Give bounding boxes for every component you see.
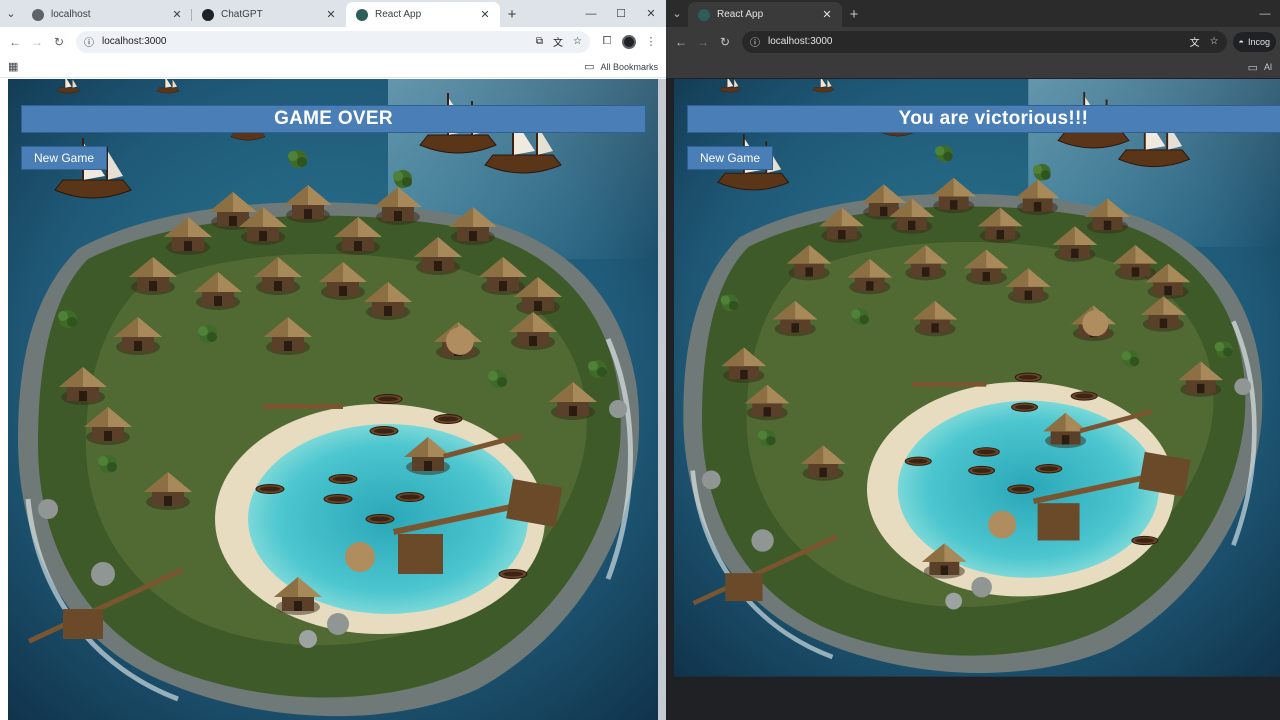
close-tab-icon[interactable]: ✕	[324, 8, 338, 21]
all-bookmarks-label: All Bookmarks	[600, 61, 658, 72]
bookmark-star-icon[interactable]: ☆	[1210, 36, 1219, 47]
react-icon	[356, 8, 368, 21]
tab-react-app[interactable]: React App ✕	[688, 2, 842, 27]
tab-search-chevron-icon[interactable]: ⌄	[0, 0, 22, 27]
extensions-icon[interactable]: ⧠	[596, 31, 618, 53]
install-app-icon[interactable]: ⧉	[536, 36, 543, 47]
tab-react-app[interactable]: React App ✕	[346, 2, 500, 27]
globe-icon	[32, 8, 44, 21]
incognito-profile-chip[interactable]: ◓ Incog	[1232, 31, 1276, 52]
menu-kebab-icon[interactable]: ⋮	[640, 31, 662, 53]
folder-icon: ▭	[584, 61, 595, 73]
profile-avatar[interactable]	[618, 31, 640, 53]
game-status-banner: You are victorious!!!	[687, 105, 1280, 133]
address-bar[interactable]: ⓘ localhost:3000 文 ☆	[742, 30, 1227, 53]
all-bookmarks-label: Al	[1263, 62, 1272, 72]
browser-toolbar: ← → ↻ ⓘ localhost:3000 ⧉ 文 ☆ ⧠ ⋮	[0, 27, 666, 56]
right-browser-window: ⌄ React App ✕ + — ← → ↻ ⓘ localhost:3000…	[666, 0, 1280, 720]
incognito-icon: ◓	[1238, 36, 1244, 47]
tab-strip: ⌄ React App ✕ + —	[666, 0, 1280, 27]
tab-title: React App	[717, 9, 764, 20]
all-bookmarks-button[interactable]: ▭ Al	[1248, 61, 1272, 74]
back-icon[interactable]: ←	[670, 31, 692, 53]
new-game-button[interactable]: New Game	[21, 146, 107, 170]
new-tab-icon[interactable]: +	[842, 2, 866, 27]
close-tab-icon[interactable]: ✕	[820, 8, 834, 21]
bookmarks-bar: ▦ ▭ All Bookmarks	[0, 56, 666, 78]
translate-icon[interactable]: 文	[553, 34, 563, 49]
window-divider	[658, 79, 666, 720]
window-controls: —	[1250, 0, 1280, 27]
tab-title: ChatGPT	[221, 9, 263, 20]
react-icon	[698, 8, 710, 21]
bookmarks-bar: ▭ Al	[666, 56, 1280, 78]
forward-icon[interactable]: →	[26, 31, 48, 53]
url-text: localhost:3000	[768, 36, 833, 47]
close-window-icon[interactable]: ✕	[636, 0, 666, 27]
close-tab-icon[interactable]: ✕	[170, 8, 184, 21]
browser-toolbar: ← → ↻ ⓘ localhost:3000 文 ☆ ◓ Incog	[666, 27, 1280, 56]
tab-chatgpt[interactable]: ChatGPT ✕	[192, 2, 346, 27]
minimize-icon[interactable]: —	[576, 0, 606, 27]
incognito-label: Incog	[1247, 36, 1270, 47]
game-viewport: GAME OVER New Game	[8, 79, 658, 720]
translate-icon[interactable]: 文	[1190, 34, 1200, 49]
reload-icon[interactable]: ↻	[714, 31, 736, 53]
tab-title: localhost	[51, 9, 91, 20]
window-controls: — ☐ ✕	[576, 0, 666, 27]
bookmark-star-icon[interactable]: ☆	[573, 36, 582, 47]
site-info-icon[interactable]: ⓘ	[750, 34, 760, 49]
tab-localhost[interactable]: localhost ✕	[22, 2, 192, 27]
new-game-button[interactable]: New Game	[687, 146, 773, 170]
left-browser-window: ⌄ localhost ✕ ChatGPT ✕ React App ✕ + — …	[0, 0, 666, 720]
close-tab-icon[interactable]: ✕	[478, 8, 492, 21]
apps-grid-icon[interactable]: ▦	[8, 60, 18, 73]
all-bookmarks-button[interactable]: ▭ All Bookmarks	[584, 60, 658, 73]
new-tab-icon[interactable]: +	[500, 2, 524, 27]
forward-icon[interactable]: →	[692, 31, 714, 53]
reload-icon[interactable]: ↻	[48, 31, 70, 53]
folder-icon: ▭	[1247, 61, 1258, 74]
game-status-banner: GAME OVER	[21, 105, 646, 133]
tab-search-chevron-icon[interactable]: ⌄	[666, 0, 688, 27]
maximize-icon[interactable]: ☐	[606, 0, 636, 27]
url-text: localhost:3000	[102, 36, 167, 47]
minimize-icon[interactable]: —	[1250, 0, 1280, 27]
tab-title: React App	[375, 9, 422, 20]
back-icon[interactable]: ←	[4, 31, 26, 53]
chatgpt-icon	[202, 8, 214, 21]
site-info-icon[interactable]: ⓘ	[84, 34, 94, 49]
tab-strip: ⌄ localhost ✕ ChatGPT ✕ React App ✕ + — …	[0, 0, 666, 27]
address-bar[interactable]: ⓘ localhost:3000 ⧉ 文 ☆	[76, 30, 590, 53]
island-background-image	[8, 79, 658, 720]
game-viewport: You are victorious!!! New Game	[674, 79, 1280, 720]
